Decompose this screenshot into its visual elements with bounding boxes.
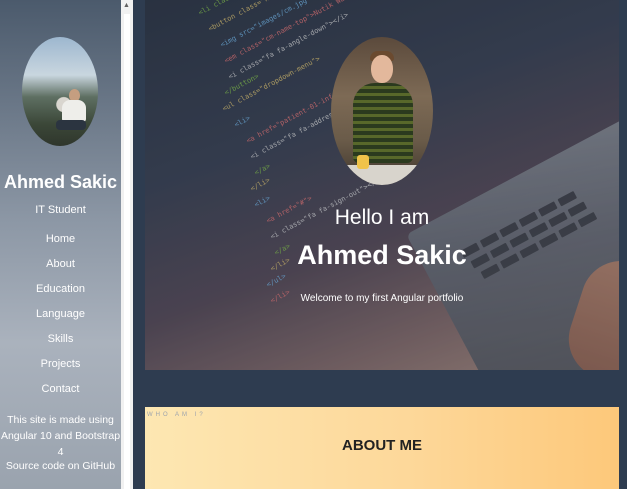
portrait-table xyxy=(331,165,433,185)
avatar xyxy=(22,37,98,146)
hero-welcome: Welcome to my first Angular portfolio xyxy=(300,293,464,304)
portrait-head xyxy=(371,55,393,83)
scroll-up-arrow-icon[interactable]: ▲ xyxy=(123,2,130,9)
gutter xyxy=(133,0,145,489)
avatar-person-body xyxy=(62,100,86,122)
hero-banner: <li class="dropdown"><button class="navb… xyxy=(145,0,619,370)
source-code-link[interactable]: Source code on GitHub xyxy=(0,460,121,472)
nav-item-education[interactable]: Education xyxy=(0,283,121,308)
sidebar-nav: Home About Education Language Skills Pro… xyxy=(0,233,121,408)
portrait-cup xyxy=(357,155,369,169)
hero-name: Ahmed Sakic xyxy=(297,240,467,270)
nav-item-skills[interactable]: Skills xyxy=(0,333,121,358)
scrollbar-thumb[interactable] xyxy=(124,14,130,489)
nav-item-projects[interactable]: Projects xyxy=(0,358,121,383)
sidebar-role: IT Student xyxy=(35,204,86,216)
nav-item-contact[interactable]: Contact xyxy=(0,383,121,408)
nav-item-language[interactable]: Language xyxy=(0,308,121,333)
avatar-person-legs xyxy=(56,120,86,130)
hero-portrait xyxy=(331,37,433,185)
hero-greeting: Hello I am xyxy=(334,206,430,229)
about-title: ABOUT ME xyxy=(342,437,422,454)
scrollbar[interactable]: ▲ xyxy=(121,0,133,489)
sidebar-name: Ahmed Sakic xyxy=(3,172,118,192)
nav-item-home[interactable]: Home xyxy=(0,233,121,258)
portrait-shirt xyxy=(353,83,413,163)
nav-item-about[interactable]: About xyxy=(0,258,121,283)
about-section: WHO AM I? ABOUT ME xyxy=(145,407,619,489)
made-with-text: This site is made using Angular 10 and B… xyxy=(0,414,121,458)
about-kicker: WHO AM I? xyxy=(147,412,206,418)
right-edge xyxy=(619,0,627,489)
sidebar: Ahmed Sakic IT Student Home About Educat… xyxy=(0,0,121,489)
